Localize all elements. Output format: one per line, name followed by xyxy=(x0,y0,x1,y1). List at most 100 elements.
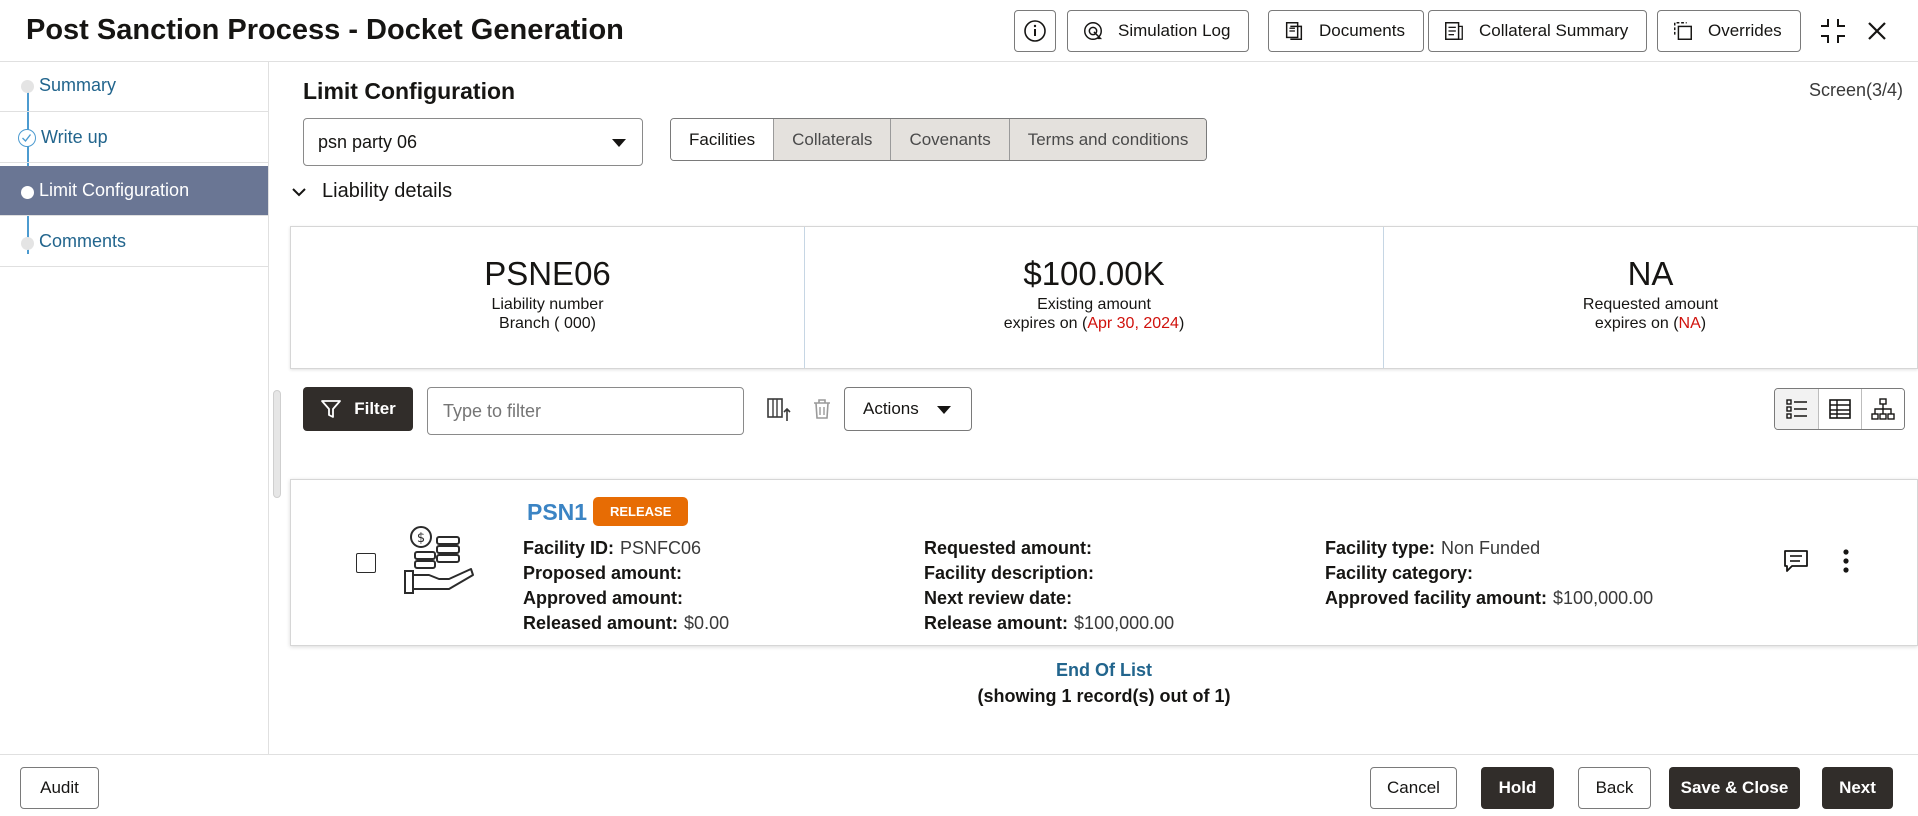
record-count: (showing 1 record(s) out of 1) xyxy=(977,686,1231,706)
filter-input[interactable] xyxy=(427,387,744,435)
liability-number-value: PSNE06 xyxy=(484,255,611,292)
tab-covenants[interactable]: Covenants xyxy=(890,119,1009,160)
end-of-list-label: End Of List xyxy=(1056,660,1152,680)
view-switcher xyxy=(1774,388,1905,430)
page-footer: Audit Cancel Hold Back Save & Close Next xyxy=(0,754,1918,816)
section-tabs: Facilities Collaterals Covenants Terms a… xyxy=(670,118,1208,161)
dropdown-caret-icon xyxy=(612,139,626,147)
requested-expiry: expires on (NA) xyxy=(1594,315,1707,332)
info-button[interactable] xyxy=(1014,10,1056,52)
save-close-button[interactable]: Save & Close xyxy=(1669,767,1800,809)
kebab-menu-icon xyxy=(1843,549,1849,573)
facility-category-row: Facility category: xyxy=(1325,563,1474,583)
sidebar-item-write-up[interactable]: Write up xyxy=(0,113,268,163)
approved-amount-row: Approved amount: xyxy=(523,588,683,608)
close-icon xyxy=(1868,22,1886,40)
step-completed-icon xyxy=(18,129,36,147)
sidebar-item-summary[interactable]: Summary xyxy=(0,62,268,112)
existing-expiry: expires on (Apr 30, 2024) xyxy=(1003,315,1185,332)
facility-name-link[interactable]: PSN1 xyxy=(527,499,587,526)
process-sidebar: Summary Write up Limit Configuration Com… xyxy=(0,62,269,754)
collateral-summary-label: Collateral Summary xyxy=(1479,21,1629,40)
collateral-summary-button[interactable]: Collateral Summary xyxy=(1428,10,1648,52)
delete-button[interactable] xyxy=(806,393,838,425)
filter-button[interactable]: Filter xyxy=(303,387,413,431)
chevron-down-icon xyxy=(292,187,306,196)
comment-icon xyxy=(1784,550,1808,572)
back-button[interactable]: Back xyxy=(1578,767,1651,809)
facility-id-row: Facility ID: PSNFC06 xyxy=(523,538,702,558)
existing-amount-value: $100.00K xyxy=(1023,255,1165,292)
facility-type-row: Facility type: Non Funded xyxy=(1325,538,1541,558)
released-amount-row: Released amount: $0.00 xyxy=(523,613,730,633)
sidebar-item-label: Limit Configuration xyxy=(39,180,190,200)
collateral-summary-icon xyxy=(1445,22,1463,40)
sidebar-item-comments[interactable]: Comments xyxy=(0,217,268,267)
table-view-button[interactable] xyxy=(1818,389,1861,429)
scrollbar[interactable] xyxy=(273,390,281,498)
export-button[interactable] xyxy=(763,393,795,425)
party-select[interactable]: psn party 06 xyxy=(303,118,643,166)
overrides-label: Overrides xyxy=(1708,21,1782,40)
hold-button[interactable]: Hold xyxy=(1481,767,1554,809)
simulation-icon xyxy=(1084,22,1103,40)
actions-label: Actions xyxy=(863,399,919,418)
branch-label: Branch ( 000) xyxy=(499,315,596,332)
documents-button[interactable]: Documents xyxy=(1268,10,1424,52)
requested-amount-row: Requested amount: xyxy=(924,538,1093,558)
more-options-button[interactable] xyxy=(1830,545,1862,577)
table-view-icon xyxy=(1829,399,1851,419)
existing-expiry-date: Apr 30, 2024 xyxy=(1087,315,1179,332)
documents-label: Documents xyxy=(1319,21,1405,40)
step-pending-icon xyxy=(21,237,34,250)
filter-label: Filter xyxy=(354,399,396,418)
liability-number-label: Liability number xyxy=(491,296,604,313)
screen-counter: Screen(3/4) xyxy=(1808,80,1903,100)
tab-facilities[interactable]: Facilities xyxy=(671,119,774,160)
tab-terms-and-conditions[interactable]: Terms and conditions xyxy=(1008,119,1207,160)
funds-hand-icon: $ xyxy=(404,526,474,594)
simulation-log-label: Simulation Log xyxy=(1118,21,1231,40)
actions-dropdown[interactable]: Actions xyxy=(844,387,972,431)
list-view-button[interactable] xyxy=(1775,389,1818,429)
section-title: Limit Configuration xyxy=(303,78,516,104)
page-title: Post Sanction Process - Docket Generatio… xyxy=(26,14,624,46)
requested-amount-value: NA xyxy=(1627,255,1674,292)
facility-details-col3: Facility type: Non Funded Facility catego… xyxy=(1325,536,1653,611)
step-active-icon xyxy=(21,186,34,199)
next-button[interactable]: Next xyxy=(1822,767,1893,809)
close-button[interactable] xyxy=(1860,14,1894,48)
svg-text:$: $ xyxy=(417,531,425,546)
filter-icon xyxy=(321,400,342,418)
cancel-button[interactable]: Cancel xyxy=(1370,767,1457,809)
release-amount-row: Release amount: $100,000.00 xyxy=(924,613,1175,633)
next-review-date-row: Next review date: xyxy=(924,588,1073,608)
proposed-amount-row: Proposed amount: xyxy=(523,563,683,583)
sidebar-item-label: Write up xyxy=(41,127,108,147)
facility-select-checkbox[interactable] xyxy=(356,553,376,573)
documents-icon xyxy=(1285,22,1303,40)
sidebar-item-label: Comments xyxy=(39,231,127,251)
export-columns-icon xyxy=(767,398,791,421)
trash-icon xyxy=(814,399,830,419)
tab-collaterals[interactable]: Collaterals xyxy=(773,119,891,160)
liability-details-label: Liability details xyxy=(322,180,453,202)
approved-facility-amount-row: Approved facility amount: $100,000.00 xyxy=(1325,588,1654,608)
simulation-log-button[interactable]: Simulation Log xyxy=(1067,10,1250,52)
audit-button[interactable]: Audit xyxy=(20,767,99,809)
facility-description-row: Facility description: xyxy=(924,563,1095,583)
page-header: Post Sanction Process - Docket Generatio… xyxy=(0,0,1918,62)
collapse-fullscreen-icon xyxy=(1821,19,1845,43)
comment-button[interactable] xyxy=(1780,545,1812,577)
dropdown-caret-icon xyxy=(937,406,951,414)
fullscreen-button[interactable] xyxy=(1816,14,1850,48)
tree-view-button[interactable] xyxy=(1861,389,1904,429)
liability-cards: PSNE06 Liability number Branch ( 000) $1… xyxy=(290,226,1918,369)
overrides-icon xyxy=(1674,22,1692,40)
overrides-button[interactable]: Overrides xyxy=(1657,10,1801,52)
facility-card: $ PSN1 RELEASE Facility ID: PSNFC06 Propo… xyxy=(290,479,1918,646)
sidebar-item-limit-configuration[interactable]: Limit Configuration xyxy=(0,166,268,216)
liability-details-toggle[interactable]: Liability details xyxy=(290,180,452,203)
step-pending-icon xyxy=(21,80,34,93)
party-select-value: psn party 06 xyxy=(318,132,418,152)
